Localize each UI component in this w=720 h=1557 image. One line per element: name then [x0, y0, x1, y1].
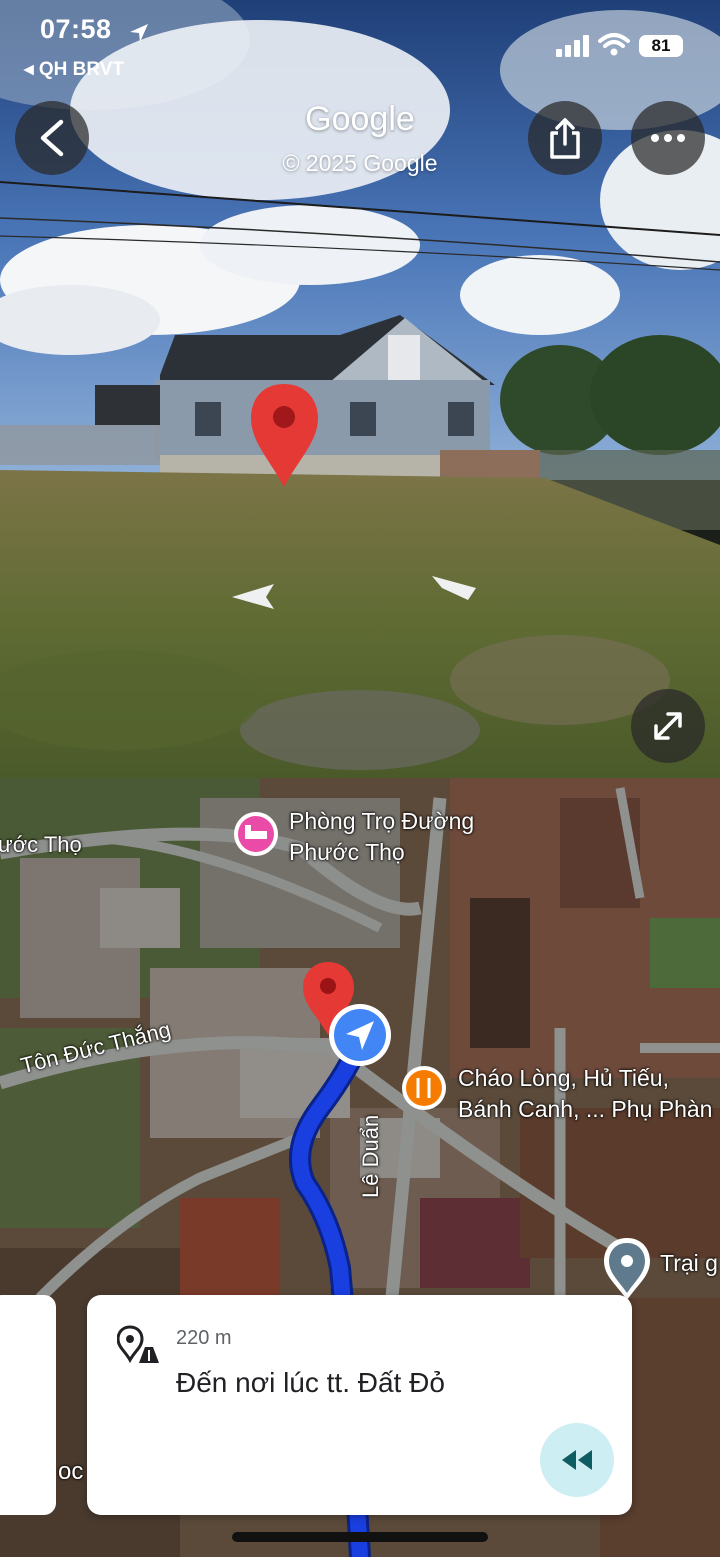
step-distance: 220 m: [176, 1327, 232, 1349]
navigation-step-card[interactable]: 220 m Đến nơi lúc tt. Đất Đỏ: [87, 1295, 632, 1515]
street-label-le-duan: Lê Duẩn: [358, 1114, 383, 1198]
map-partial-label: oc: [58, 1458, 84, 1485]
rewind-icon: [562, 1450, 592, 1470]
lodging-poi-label-line2: Phước Thọ: [289, 839, 405, 865]
expand-icon: [654, 712, 682, 740]
street-label-phuoc-tho: ước Thọ: [0, 832, 82, 857]
battery-indicator: 81: [639, 35, 683, 57]
restaurant-poi-label-line1: Cháo Lòng, Hủ Tiếu,: [458, 1065, 669, 1091]
nav-arrow-left-icon[interactable]: [232, 584, 276, 610]
home-indicator[interactable]: [232, 1532, 488, 1542]
back-to-app-link[interactable]: ◂ QH BRVT: [24, 58, 124, 81]
lodging-poi-label[interactable]: Phòng Trọ Đường Phước Thọ: [289, 806, 474, 868]
current-location-icon[interactable]: [329, 1004, 391, 1066]
wifi-icon: [598, 33, 630, 56]
place-poi-label[interactable]: Trại g: [660, 1248, 718, 1279]
location-services-icon: [130, 24, 148, 42]
copyright-text: © 2025 Google: [282, 150, 438, 176]
cellular-signal-icon: [556, 35, 589, 57]
street-view-panel[interactable]: 07:58 ◂ QH BRVT 81 Google © 2025 Google: [0, 0, 720, 778]
share-icon: [550, 118, 580, 159]
status-time: 07:58: [40, 14, 112, 44]
arrive-destination-icon: [117, 1325, 159, 1364]
expand-button[interactable]: [631, 689, 705, 763]
status-bar: 07:58 ◂ QH BRVT 81: [0, 0, 720, 90]
restaurant-poi-icon[interactable]: [402, 1066, 446, 1110]
share-button[interactable]: [528, 101, 602, 175]
lodging-poi-icon[interactable]: [234, 812, 278, 856]
restaurant-poi-label[interactable]: Cháo Lòng, Hủ Tiếu, Bánh Canh, ... Phụ P…: [458, 1063, 712, 1125]
google-title: Google: [305, 100, 415, 138]
nav-arrow-right-icon[interactable]: [432, 576, 478, 602]
previous-step-card[interactable]: [0, 1295, 56, 1515]
lodging-poi-label-line1: Phòng Trọ Đường: [289, 808, 475, 834]
rewind-button[interactable]: [540, 1423, 614, 1497]
more-icon: [651, 134, 685, 142]
more-options-button[interactable]: [631, 101, 705, 175]
step-instruction: Đến nơi lúc tt. Đất Đỏ: [176, 1367, 445, 1398]
restaurant-poi-label-line2: Bánh Canh, ... Phụ Phàn: [458, 1096, 713, 1122]
